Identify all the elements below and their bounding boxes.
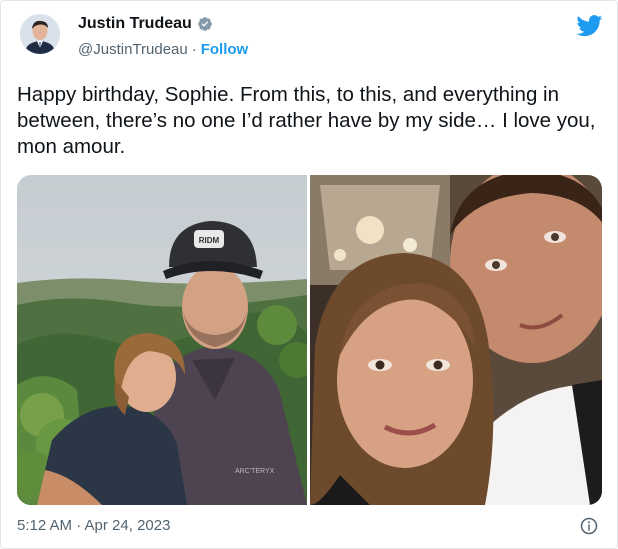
info-icon[interactable] <box>580 517 598 535</box>
outdoor-couple-image: RIDM ARC'TERYX <box>17 175 307 505</box>
tweet-text: Happy birthday, Sophie. From this, to th… <box>17 83 596 158</box>
cap-logo-text: RIDM <box>199 236 220 245</box>
author-row: Justin Trudeau <box>78 15 213 33</box>
avatar[interactable] <box>20 14 60 54</box>
tweet-timestamp[interactable]: 5:12 AM · Apr 24, 2023 <box>17 517 170 534</box>
verified-badge-icon <box>197 17 212 31</box>
avatar-image <box>20 14 60 54</box>
author-handle[interactable]: @JustinTrudeau <box>78 41 188 58</box>
photo-outdoor[interactable]: RIDM ARC'TERYX <box>17 175 307 505</box>
author-name[interactable]: Justin Trudeau <box>78 15 192 33</box>
tweet-card: Justin Trudeau @JustinTrudeau · Follow H… <box>0 0 618 549</box>
follow-button[interactable]: Follow <box>201 41 249 58</box>
twitter-bird-icon[interactable] <box>576 15 603 37</box>
media-grid: RIDM ARC'TERYX <box>17 175 602 505</box>
photo-indoor[interactable] <box>310 175 602 505</box>
handle-separator: · <box>191 41 197 58</box>
handle-row: @JustinTrudeau · Follow <box>78 41 248 58</box>
indoor-selfie-image <box>310 175 602 505</box>
jacket-logo-text: ARC'TERYX <box>235 468 275 475</box>
